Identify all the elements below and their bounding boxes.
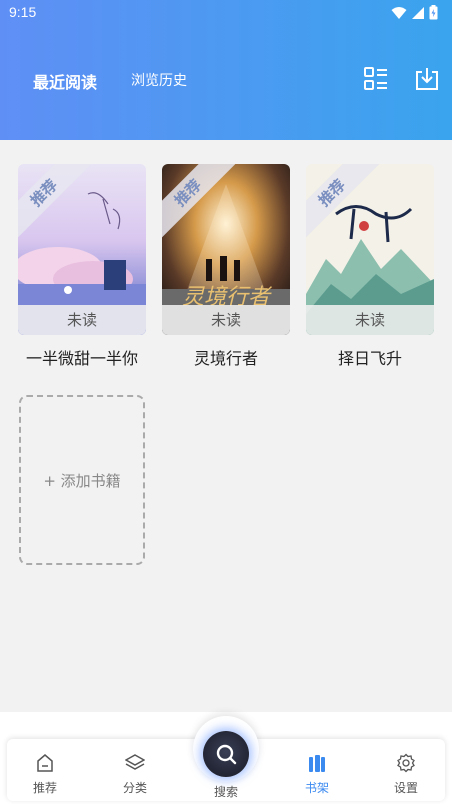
wifi-icon: [391, 6, 407, 19]
add-book-button[interactable]: + 添加书籍: [19, 395, 145, 565]
nav-label: 推荐: [32, 781, 57, 795]
book-cover[interactable]: 推荐 未读: [18, 164, 146, 335]
book-title[interactable]: 一半微甜一半你: [18, 345, 146, 369]
nav-settings[interactable]: 设置: [371, 739, 441, 801]
layers-icon: [125, 754, 145, 770]
status-time: 9:15: [9, 4, 37, 20]
book-cover[interactable]: 灵境行者 推荐 未读: [162, 164, 290, 335]
read-status: 未读: [162, 305, 290, 335]
status-bar: 9:15: [0, 0, 452, 26]
read-status: 未读: [18, 305, 146, 335]
nav-recommend[interactable]: 推荐: [10, 739, 80, 801]
nav-label: 书架: [304, 781, 329, 795]
tab-browse-history[interactable]: 浏览历史: [131, 70, 187, 90]
home-icon: [37, 754, 53, 772]
nav-label[interactable]: 搜索: [193, 783, 259, 800]
app-header: 9:15 最近阅读 浏览历史: [0, 0, 452, 140]
battery-icon: [429, 5, 438, 20]
gear-icon: [397, 753, 415, 773]
book-cover[interactable]: 推荐 未读: [306, 164, 434, 335]
book-item[interactable]: 灵境行者 推荐 未读 灵境行者: [162, 164, 290, 369]
nav-bookshelf[interactable]: 书架: [282, 739, 352, 801]
read-status: 未读: [306, 305, 434, 335]
book-item[interactable]: 推荐 未读 一半微甜一半你: [18, 164, 146, 369]
grid-icon[interactable]: [363, 66, 389, 92]
book-title[interactable]: 择日飞升: [306, 345, 434, 369]
book-item[interactable]: 推荐 未读 择日飞升: [306, 164, 434, 369]
nav-category[interactable]: 分类: [100, 739, 170, 801]
download-icon[interactable]: [414, 66, 440, 92]
bookshelf-icon: [309, 755, 325, 772]
tab-recent-reading[interactable]: 最近阅读: [33, 69, 97, 93]
status-icons: [391, 5, 438, 20]
search-icon: [216, 744, 237, 765]
add-book-label: + 添加书籍: [43, 471, 121, 490]
bookshelf: 推荐 未读 一半微甜一半你 灵境行者 推荐 未读 灵境行者 推荐 未读 择日飞升…: [0, 140, 452, 712]
nav-label: 设置: [393, 781, 418, 795]
nav-search-button[interactable]: [203, 731, 249, 777]
book-title[interactable]: 灵境行者: [162, 345, 290, 369]
nav-label: 分类: [122, 781, 147, 795]
signal-icon: [412, 6, 424, 19]
